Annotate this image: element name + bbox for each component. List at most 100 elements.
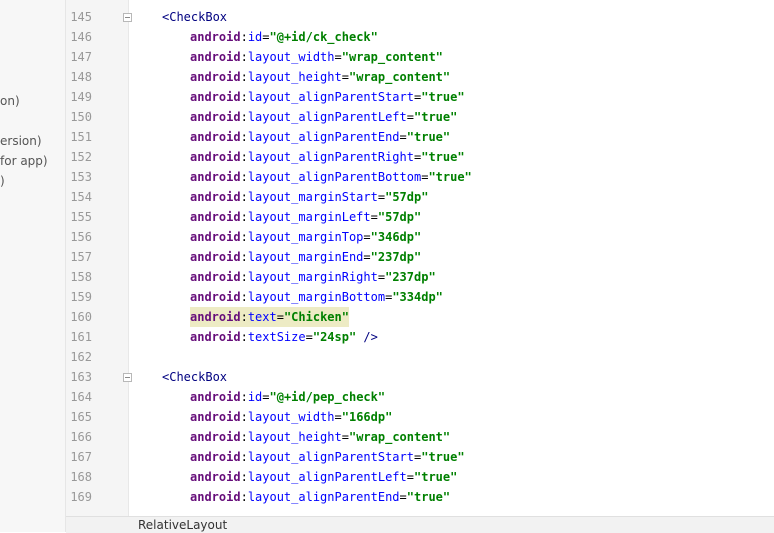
code-token-val: "166dp" [341,410,393,424]
code-token-punct: : [240,290,248,304]
code-line[interactable]: android:textSize="24sp" /> [129,327,774,347]
project-tree-item[interactable]: on) [0,94,20,108]
project-tree-item[interactable]: ) [0,174,5,188]
code-token-val: "@+id/pep_check" [269,390,386,404]
code-token-attr: layout_marginStart [247,190,378,204]
code-line[interactable]: android:layout_alignParentStart="true" [129,447,774,467]
code-token-val: "57dp" [385,190,429,204]
code-token-ns: android [190,190,241,204]
code-line[interactable]: <CheckBox [129,7,774,27]
code-token-punct: : [240,70,248,84]
code-line[interactable]: android:id="@+id/ck_check" [129,27,774,47]
code-token-punct: = [363,250,371,264]
line-number: 148 [70,70,92,84]
code-token-ns: android [190,230,241,244]
code-token-ns: android [190,30,241,44]
line-number: 153 [70,170,92,184]
code-line[interactable]: android:layout_width="wrap_content" [129,47,774,67]
line-number: 146 [70,30,92,44]
code-line[interactable]: android:layout_alignParentLeft="true" [129,467,774,487]
code-token-attr: layout_height [247,430,342,444]
code-token-punct: = [399,130,407,144]
code-token-tag: <CheckBox [162,370,228,384]
code-line[interactable]: android:layout_marginRight="237dp" [129,267,774,287]
line-number: 162 [70,350,92,364]
code-line[interactable]: android:layout_alignParentStart="true" [129,87,774,107]
code-token-punct: : [240,430,248,444]
code-token-punct: = [262,390,270,404]
project-tree-item[interactable]: ersion) [0,134,42,148]
fold-toggle-icon[interactable] [123,13,132,22]
code-line[interactable]: android:layout_alignParentEnd="true" [129,127,774,147]
code-token-val: "57dp" [377,210,422,224]
code-token-ns: android [190,110,241,124]
code-line[interactable]: android:layout_marginEnd="237dp" [129,247,774,267]
code-token-punct: = [341,70,349,84]
code-line[interactable]: android:layout_alignParentBottom="true" [129,167,774,187]
code-token-attr: layout_alignParentStart [247,90,414,104]
code-line[interactable]: android:id="@+id/pep_check" [129,387,774,407]
code-token-val: "wrap_content" [348,70,451,84]
code-line[interactable]: android:text="Chicken" [129,307,774,327]
line-number: 149 [70,90,92,104]
line-number: 169 [70,490,92,504]
code-token-punct: = [334,410,342,424]
code-line[interactable]: android:layout_alignParentEnd="true" [129,487,774,507]
code-token-ns: android [190,210,241,224]
code-token-val: "true" [406,490,451,504]
code-token-punct: : [240,130,248,144]
code-token-attr: layout_alignParentEnd [247,130,400,144]
code-editor[interactable]: <CheckBox android:id="@+id/ck_check" andro… [129,0,774,516]
code-token-ns: android [190,390,241,404]
line-number: 150 [70,110,92,124]
line-number: 156 [70,230,92,244]
code-line[interactable]: android:layout_marginStart="57dp" [129,187,774,207]
code-token-val: "true" [428,170,472,184]
code-token-punct: = [276,310,284,324]
code-token-punct: = [399,490,407,504]
code-token-ns: android [190,150,241,164]
code-token-punct: : [240,390,248,404]
code-token-attr: layout_alignParentLeft [247,110,407,124]
code-token-punct: : [240,410,248,424]
code-token-ns: android [190,70,241,84]
code-token-ns: android [190,330,241,344]
code-token-punct: = [377,190,386,204]
code-line[interactable]: android:layout_marginTop="346dp" [129,227,774,247]
code-token-punct: : [240,270,248,284]
code-line[interactable]: android:layout_marginBottom="334dp" [129,287,774,307]
code-token-punct: : [240,190,248,204]
code-line[interactable]: <CheckBox [129,367,774,387]
project-tree-item[interactable]: for app) [0,154,48,168]
code-line[interactable]: android:layout_alignParentRight="true" [129,147,774,167]
project-tree-panel[interactable]: on) ersion) for app)) [0,0,66,532]
line-number: 151 [70,130,92,144]
code-token-ns: android [190,290,241,304]
code-token-attr: id [247,30,263,44]
code-token-ns: android [190,310,241,324]
breadcrumb[interactable]: RelativeLayout [138,518,227,532]
fold-toggle-icon[interactable] [123,373,132,382]
code-token-punct: : [240,110,248,124]
code-token-attr: layout_alignParentBottom [247,170,422,184]
code-token-val: "true" [414,470,458,484]
code-token-punct: : [240,450,248,464]
code-line[interactable]: android:layout_height="wrap_content" [129,427,774,447]
code-token-punct: = [305,330,313,344]
code-token-punct: = [363,230,371,244]
code-line[interactable]: android:layout_alignParentLeft="true" [129,107,774,127]
code-line[interactable]: android:layout_height="wrap_content" [129,67,774,87]
code-token-punct: = [406,470,414,484]
code-token-ns: android [190,430,241,444]
code-line[interactable]: android:layout_marginLeft="57dp" [129,207,774,227]
code-token-attr: layout_alignParentEnd [247,490,400,504]
code-token-val: "237dp" [370,250,422,264]
code-token-val: "24sp" [312,330,357,344]
code-line[interactable] [129,347,774,367]
code-token-ns: android [190,250,241,264]
line-number: 166 [70,430,92,444]
code-token-attr: id [247,390,263,404]
line-number: 163 [70,370,92,384]
code-line[interactable]: android:layout_width="166dp" [129,407,774,427]
line-number: 168 [70,470,92,484]
